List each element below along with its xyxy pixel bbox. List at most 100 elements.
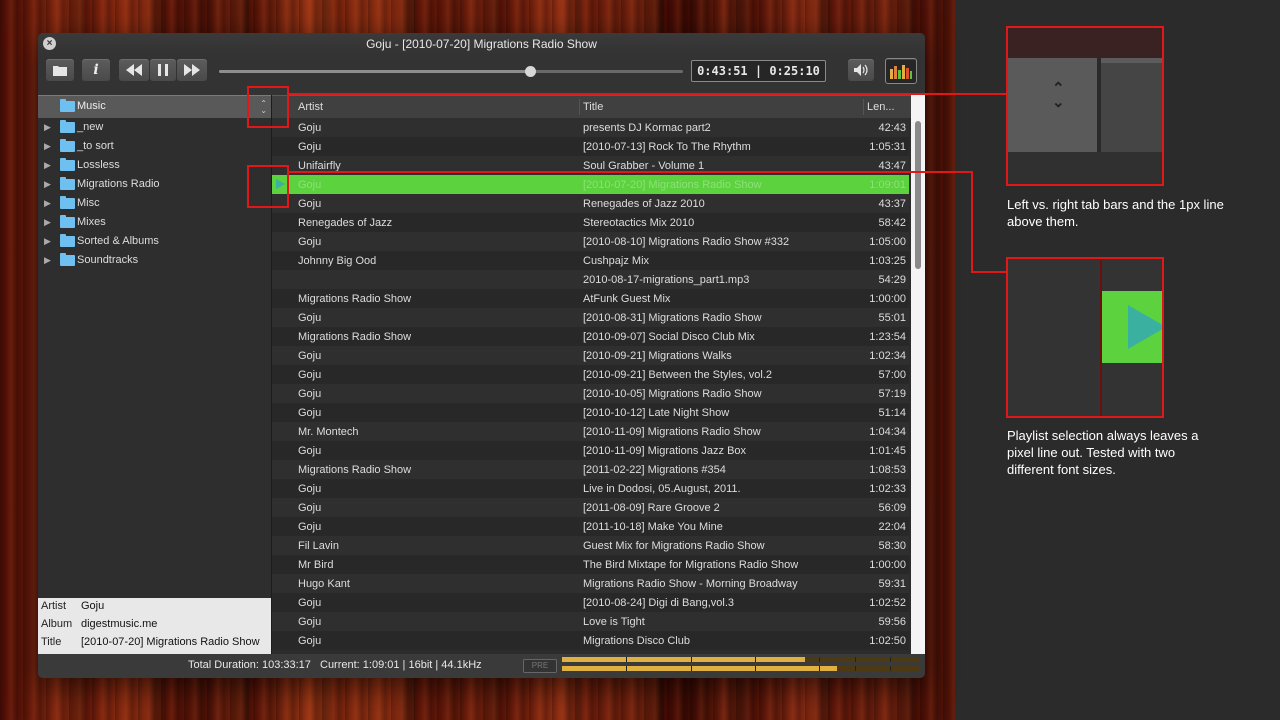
next-button[interactable]	[177, 59, 207, 81]
column-artist[interactable]: Artist	[298, 101, 323, 113]
library-item-label: Mixes	[77, 216, 106, 228]
playlist-row[interactable]: Goju [2011-10-18] Make You Mine 22:04	[272, 517, 909, 536]
playlist-artist: Fil Lavin	[298, 540, 339, 552]
player-window: × Goju - [2010-07-20] Migrations Radio S…	[38, 33, 925, 678]
disclosure-triangle-icon[interactable]: ▶	[44, 141, 51, 152]
playlist-title: Love is Tight	[583, 616, 645, 628]
playlist-row[interactable]: Goju [2010-11-09] Migrations Jazz Box 1:01…	[272, 441, 909, 460]
playlist-length: 1:23:54	[869, 331, 906, 343]
visualizer-button[interactable]	[885, 58, 917, 84]
time-display[interactable]: 0:43:51 | 0:25:10	[691, 60, 826, 82]
playlist-row[interactable]: Goju Migrations Disco Club 1:02:50	[272, 631, 909, 650]
playlist-length: 1:05:31	[869, 141, 906, 153]
callout-line-top	[289, 93, 1006, 95]
playlist-artist: Mr Bird	[298, 559, 334, 571]
playlist-artist: Renegades of Jazz	[298, 217, 393, 229]
playlist-title: [2011-10-18] Make You Mine	[583, 521, 723, 533]
playlist-artist: Migrations Radio Show	[298, 293, 412, 305]
playlist-row[interactable]: Goju [2010-07-13] Rock To The Rhythm 1:05:…	[272, 137, 909, 156]
library-item[interactable]: ▶ Mixes	[38, 213, 271, 232]
playlist-artist: Goju	[298, 388, 322, 400]
library-header[interactable]: Music ⌃ ⌄	[38, 95, 271, 118]
playlist-title: AtFunk Guest Mix	[583, 293, 671, 305]
playlist-row[interactable]: Goju [2010-08-31] Migrations Radio Show 55…	[272, 308, 909, 327]
playlist-length: 1:05:00	[869, 236, 906, 248]
playlist-row[interactable]: Goju [2010-08-10] Migrations Radio Show #…	[272, 232, 909, 251]
zoom-play-marker-icon	[1128, 305, 1162, 349]
track-info-panel: Artist Goju Album digestmusic.me Title […	[38, 598, 271, 654]
disclosure-triangle-icon[interactable]: ▶	[44, 179, 51, 190]
playlist-row[interactable]: Mr. Montech [2010-11-09] Migrations Radio…	[272, 422, 909, 441]
meter-tick	[690, 657, 692, 662]
playlist-row[interactable]: Goju [2010-10-05] Migrations Radio Show 57…	[272, 384, 909, 403]
playlist-title: Guest Mix for Migrations Radio Show	[583, 540, 765, 552]
volume-button[interactable]	[848, 59, 874, 81]
column-length[interactable]: Len...	[867, 101, 895, 113]
playlist-title: [2010-08-24] Digi di Bang,vol.3	[583, 597, 735, 609]
playlist-row[interactable]: Renegades of Jazz Stereotactics Mix 2010 5…	[272, 213, 909, 232]
playlist-length: 22:04	[878, 521, 906, 533]
playlist-row[interactable]: Goju Love is Tight 59:56	[272, 612, 909, 631]
disclosure-triangle-icon[interactable]: ▶	[44, 217, 51, 228]
playlist-row[interactable]: Goju [2011-08-09] Rare Groove 2 56:09	[272, 498, 909, 517]
library-item[interactable]: ▶ Migrations Radio	[38, 175, 271, 194]
library-item[interactable]: ▶ Lossless	[38, 156, 271, 175]
library-item-label: Sorted & Albums	[77, 235, 159, 247]
disclosure-triangle-icon[interactable]: ▶	[44, 122, 51, 133]
playlist-row[interactable]: Migrations Radio Show AtFunk Guest Mix 1:0…	[272, 289, 909, 308]
playlist-row[interactable]: Migrations Radio Show [2011-02-22] Migrat…	[272, 460, 909, 479]
playlist-artist: Goju	[298, 312, 322, 324]
meter-tick	[690, 666, 692, 671]
preamp-button[interactable]: PRE	[523, 659, 557, 673]
library-item[interactable]: ▶ Sorted & Albums	[38, 232, 271, 251]
column-separator[interactable]	[579, 99, 580, 115]
playlist-row[interactable]: Goju [2010-09-21] Migrations Walks 1:02:34	[272, 346, 909, 365]
disclosure-triangle-icon[interactable]: ▶	[44, 198, 51, 209]
meter-tick	[754, 657, 756, 662]
library-item[interactable]: ▶ _new	[38, 118, 271, 137]
disclosure-triangle-icon[interactable]: ▶	[44, 160, 51, 171]
playlist-artist: Johnny Big Ood	[298, 255, 377, 267]
playlist-row[interactable]: Hugo Kant Migrations Radio Show - Morning…	[272, 574, 909, 593]
library-item[interactable]: ▶ Misc	[38, 194, 271, 213]
library-item[interactable]: ▶ Soundtracks	[38, 251, 271, 270]
library-item-label: Soundtracks	[77, 254, 139, 266]
playlist-scrollbar[interactable]	[911, 117, 925, 654]
playlist-row[interactable]: Goju [2010-08-24] Digi di Bang,vol.3 1:02:…	[272, 593, 909, 612]
column-title[interactable]: Title	[583, 101, 603, 113]
scrollbar-thumb[interactable]	[915, 121, 921, 269]
info-artist-row: Artist Goju	[38, 598, 271, 616]
callout-line-bottom	[971, 271, 1006, 273]
playlist-row[interactable]: Goju Live in Dodosi, 05.August, 2011. 1:02…	[272, 479, 909, 498]
playlist-row[interactable]: Goju [2010-09-21] Between the Styles, vol…	[272, 365, 909, 384]
playlist-artist: Goju	[298, 521, 322, 533]
library-item[interactable]: ▶ _to sort	[38, 137, 271, 156]
playlist-row[interactable]: Mr Bird The Bird Mixtape for Migrations R…	[272, 555, 909, 574]
meter-tick	[854, 657, 856, 662]
library-item-label: Misc	[77, 197, 100, 209]
playlist-length: 1:02:34	[869, 350, 906, 362]
open-folder-button[interactable]	[46, 59, 74, 81]
disclosure-triangle-icon[interactable]: ▶	[44, 236, 51, 247]
playlist-row[interactable]: Goju Renegades of Jazz 2010 43:37	[272, 194, 909, 213]
playlist-row[interactable]: 2010-08-17-migrations_part1.mp3 54:29	[272, 270, 909, 289]
previous-button[interactable]	[119, 59, 149, 81]
playlist-row[interactable]: Johnny Big Ood Cushpajz Mix 1:03:25	[272, 251, 909, 270]
level-meter-left-fill	[562, 657, 805, 662]
folder-icon	[53, 65, 67, 76]
playlist-row[interactable]: Goju presents DJ Kormac part2 42:43	[272, 118, 909, 137]
library-item-label: Lossless	[77, 159, 120, 171]
pause-button[interactable]	[150, 59, 176, 81]
playlist-row[interactable]: Migrations Radio Show [2010-09-07] Social…	[272, 327, 909, 346]
folder-icon	[60, 196, 75, 209]
info-button[interactable]: i	[82, 59, 110, 81]
playlist-row[interactable]: Fil Lavin Guest Mix for Migrations Radio …	[272, 536, 909, 555]
disclosure-triangle-icon[interactable]: ▶	[44, 255, 51, 266]
playlist-row[interactable]: Goju [2010-07-20] Migrations Radio Show 1:…	[272, 175, 909, 194]
column-separator[interactable]	[863, 99, 864, 115]
seek-slider[interactable]	[219, 66, 683, 77]
title-bar[interactable]: × Goju - [2010-07-20] Migrations Radio S…	[38, 33, 925, 55]
playlist-row[interactable]: Goju [2010-10-12] Late Night Show 51:14	[272, 403, 909, 422]
seek-knob[interactable]	[524, 66, 536, 77]
info-album-value: digestmusic.me	[81, 618, 158, 630]
